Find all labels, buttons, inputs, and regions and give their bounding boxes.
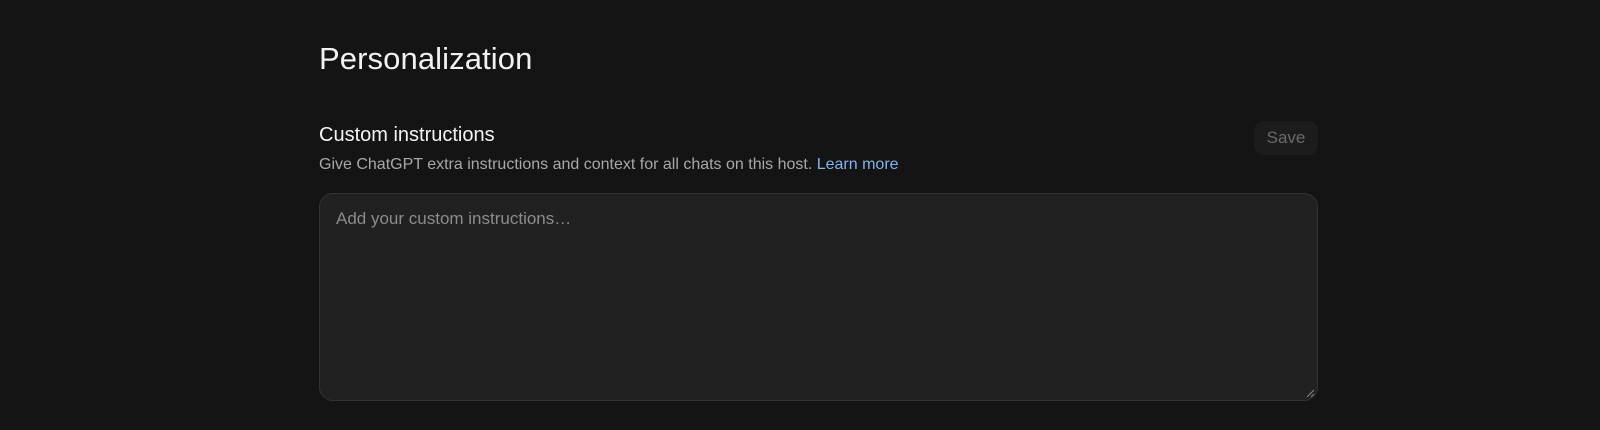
custom-instructions-field-wrapper	[319, 193, 1318, 401]
page-title: Personalization	[319, 41, 533, 76]
custom-instructions-input[interactable]	[319, 193, 1318, 401]
personalization-page: Personalization Custom instructions Save…	[0, 0, 1600, 430]
resize-grip-icon[interactable]	[1305, 388, 1315, 398]
custom-instructions-description: Give ChatGPT extra instructions and cont…	[319, 154, 899, 176]
learn-more-link[interactable]: Learn more	[817, 156, 899, 173]
save-button[interactable]: Save	[1254, 121, 1318, 155]
description-text: Give ChatGPT extra instructions and cont…	[319, 156, 813, 173]
custom-instructions-title: Custom instructions	[319, 124, 495, 146]
